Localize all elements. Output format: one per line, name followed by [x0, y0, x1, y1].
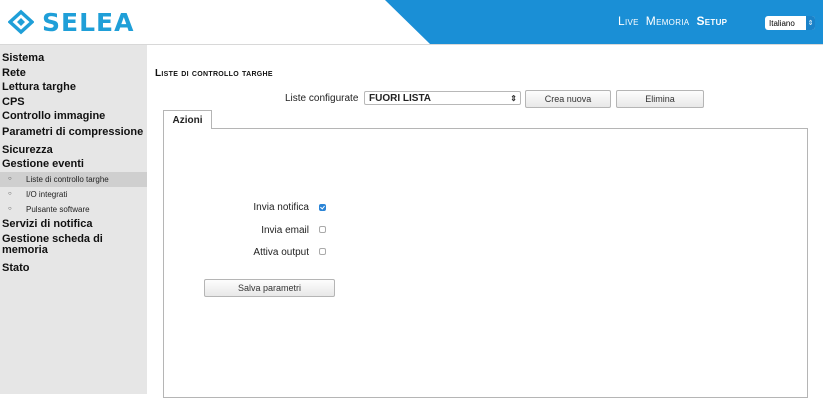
sidebar-item-gestione-scheda-memoria[interactable]: Gestione scheda di memoria — [0, 234, 147, 256]
sidebar-item-rete[interactable]: Rete — [0, 66, 147, 81]
language-select[interactable]: Italiano ⇕ — [765, 16, 815, 30]
sidebar-item-sistema[interactable]: Sistema — [0, 51, 147, 66]
sidebar-subitem-label: Liste di controllo targhe — [26, 174, 109, 184]
option-label-invia-email: Invia email — [261, 225, 309, 236]
sidebar-subitem-label: I/O integrati — [26, 189, 68, 199]
main-content: Liste di controllo targhe Liste configur… — [147, 45, 823, 398]
header: SELEA Live Memoria Setup Italiano ⇕ — [0, 0, 823, 45]
delete-list-button[interactable]: Elimina — [616, 90, 704, 108]
configured-lists-value: FUORI LISTA — [369, 93, 432, 104]
selea-logo[interactable]: SELEA — [8, 6, 134, 38]
sidebar-item-servizi-notifica[interactable]: Servizi di notifica — [0, 217, 147, 232]
nav-live[interactable]: Live — [618, 14, 639, 28]
select-arrows-icon: ⇕ — [806, 16, 815, 30]
sidebar-item-controllo-immagine[interactable]: Controllo immagine — [0, 109, 147, 124]
sidebar-subitem-pulsante-software[interactable]: ○ Pulsante software — [0, 202, 147, 217]
sidebar-item-sicurezza[interactable]: Sicurezza — [0, 143, 147, 158]
select-arrows-icon: ⇕ — [510, 94, 517, 103]
option-label-attiva-output: Attiva output — [253, 247, 309, 258]
top-nav: Live Memoria Setup — [618, 14, 727, 28]
actions-panel: Invia notifica Invia email Attiva output… — [163, 128, 808, 398]
sidebar-item-lettura-targhe[interactable]: Lettura targhe — [0, 80, 147, 95]
sidebar-subitem-io-integrati[interactable]: ○ I/O integrati — [0, 187, 147, 202]
bullet-icon: ○ — [8, 190, 12, 197]
create-list-button[interactable]: Crea nuova — [525, 90, 611, 108]
invia-email-checkbox[interactable] — [319, 226, 326, 233]
tab-azioni[interactable]: Azioni — [163, 110, 212, 129]
sidebar-subitem-liste-controllo[interactable]: ○ Liste di controllo targhe — [0, 171, 147, 187]
nav-setup[interactable]: Setup — [696, 14, 727, 28]
page-title: Liste di controllo targhe — [155, 68, 273, 79]
option-label-invia-notifica: Invia notifica — [253, 202, 309, 213]
bullet-icon: ○ — [8, 175, 12, 182]
sidebar-item-parametri-compressione[interactable]: Parametri di compressione — [0, 126, 147, 138]
configured-lists-label: Liste configurate — [285, 93, 359, 104]
sidebar: Sistema Rete Lettura targhe CPS Controll… — [0, 45, 147, 394]
sidebar-subitem-label: Pulsante software — [26, 204, 90, 214]
brand-name: SELEA — [42, 7, 135, 37]
nav-memoria[interactable]: Memoria — [646, 14, 690, 28]
sidebar-item-stato[interactable]: Stato — [0, 261, 147, 276]
sidebar-item-gestione-eventi[interactable]: Gestione eventi — [0, 157, 147, 172]
diamond-logo-icon — [8, 9, 34, 35]
attiva-output-checkbox[interactable] — [319, 248, 326, 255]
sidebar-item-cps[interactable]: CPS — [0, 95, 147, 110]
save-parameters-button[interactable]: Salva parametri — [204, 279, 335, 297]
bullet-icon: ○ — [8, 205, 12, 212]
configured-lists-select[interactable]: FUORI LISTA ⇕ — [364, 91, 521, 105]
invia-notifica-checkbox[interactable] — [319, 204, 326, 211]
language-value: Italiano — [769, 18, 795, 28]
